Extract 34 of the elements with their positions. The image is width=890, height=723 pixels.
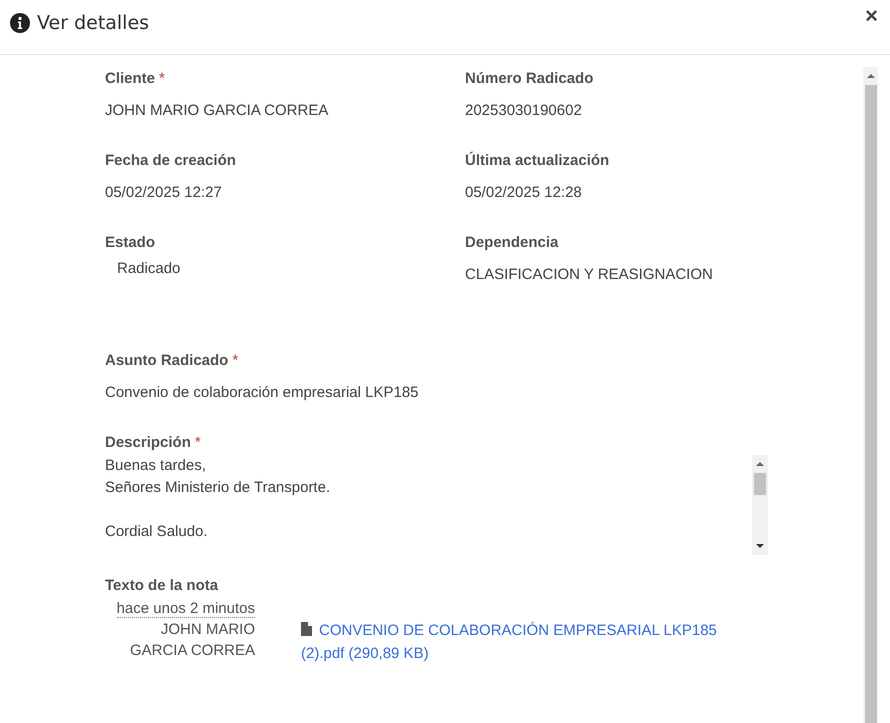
attachment-link[interactable]: CONVENIO DE COLABORACIÓN EMPRESARIAL LKP185 (2).pdf (290,89 KB)	[301, 619, 731, 665]
field-label: Texto de la nota	[105, 577, 220, 594]
note-author: JOHN MARIO GARCIA CORREA	[128, 620, 255, 661]
field-label: Estado	[105, 234, 156, 251]
field-label: Descripción *	[105, 434, 202, 451]
scroll-thumb[interactable]	[864, 85, 876, 723]
field-label: Número Radicado	[465, 70, 594, 87]
field-label: Dependencia	[465, 234, 560, 251]
dialog-title: Ver detalles	[37, 12, 150, 34]
required-mark: *	[232, 352, 238, 369]
required-mark: *	[159, 70, 165, 87]
scroll-up-icon[interactable]	[756, 461, 764, 467]
close-button[interactable]: ×	[865, 3, 878, 29]
field-value: CLASIFICACION Y REASIGNACION	[465, 266, 714, 283]
field-label: Fecha de creación	[105, 152, 237, 169]
field-label: Última actualización	[465, 152, 610, 169]
field-value: 20253030190602	[465, 102, 583, 119]
file-icon	[301, 622, 312, 636]
scroll-down-icon[interactable]	[756, 543, 764, 549]
scrollbar[interactable]	[752, 455, 768, 555]
scroll-up-icon[interactable]	[866, 73, 874, 79]
scroll-thumb[interactable]	[754, 473, 766, 495]
field-value: JOHN MARIO GARCIA CORREA	[105, 102, 330, 119]
required-mark: *	[194, 434, 201, 451]
scrollbar[interactable]	[863, 67, 878, 723]
field-value: 05/02/2025 12:27	[105, 184, 223, 201]
field-value: Convenio de colaboración empresarial LKP185	[105, 384, 420, 401]
field-value: 05/02/2025 12:28	[465, 184, 583, 201]
note-time: hace unos 2 minutos	[116, 600, 255, 618]
field-label: Cliente *	[105, 70, 166, 87]
field-label: Asunto Radicado *	[105, 352, 240, 369]
description-text: Buenas tardes, Señores Ministerio de Transporte. Cordial Saludo.	[105, 456, 332, 542]
field-value: Radicado	[116, 260, 182, 277]
info-icon	[10, 13, 30, 33]
